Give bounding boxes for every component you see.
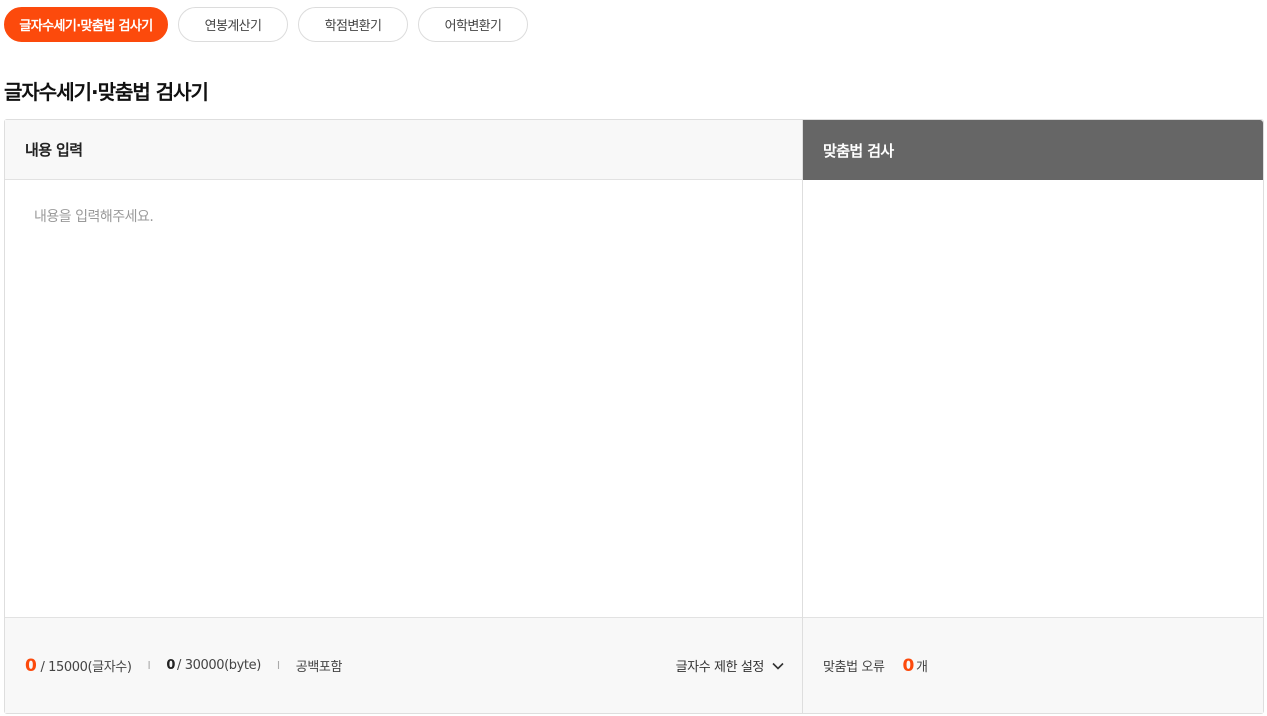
tab-language-score-converter[interactable]: 어학변환기: [418, 7, 528, 42]
spelling-error-count: 0: [902, 655, 915, 676]
char-limit-setting-button[interactable]: 글자수 제한 설정: [676, 618, 784, 713]
input-section: 내용 입력 0 / 15000(글자수) I 0 / 30000(byte) I…: [5, 120, 803, 713]
byte-count: 0: [166, 658, 176, 673]
chevron-down-icon: [772, 662, 784, 670]
spellcheck-footer: 맞춤법 오류 0 개: [803, 617, 1263, 713]
page-title: 글자수세기·맞춤법 검사기: [4, 80, 209, 104]
input-footer: 0 / 15000(글자수) I 0 / 30000(byte) I 공백포함 …: [5, 617, 802, 713]
tab-char-counter-spellcheck[interactable]: 글자수세기·맞춤법 검사기: [4, 7, 168, 42]
divider: I: [276, 659, 280, 672]
char-count: 0: [25, 655, 37, 676]
space-included-label: 공백포함: [295, 660, 343, 675]
checker-panel: 내용 입력 0 / 15000(글자수) I 0 / 30000(byte) I…: [4, 119, 1264, 714]
char-limit: / 15000(글자수): [40, 660, 132, 675]
spellcheck-result-area: [803, 180, 1263, 617]
char-limit-setting-label: 글자수 제한 설정: [675, 660, 765, 675]
byte-limit: / 30000(byte): [177, 658, 261, 673]
content-input[interactable]: [5, 180, 802, 617]
tool-tabs: 글자수세기·맞춤법 검사기 연봉계산기 학점변환기 어학변환기: [4, 7, 528, 42]
spellcheck-header: 맞춤법 검사: [803, 120, 1263, 180]
spelling-error-label: 맞춤법 오류: [823, 660, 885, 675]
tab-salary-calculator[interactable]: 연봉계산기: [178, 7, 288, 42]
spelling-error-unit: 개: [915, 660, 928, 675]
tab-grade-converter[interactable]: 학점변환기: [298, 7, 408, 42]
input-header: 내용 입력: [5, 120, 802, 180]
divider: I: [147, 659, 151, 672]
spellcheck-section: 맞춤법 검사 맞춤법 오류 0 개: [803, 120, 1263, 713]
